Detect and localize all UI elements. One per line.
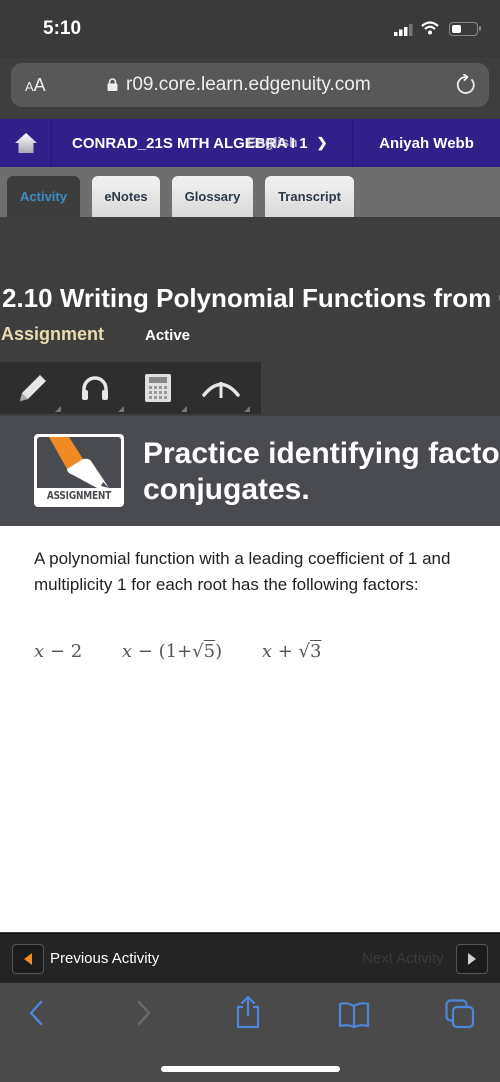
question-panel: A polynomial function with a leading coe… — [0, 526, 500, 932]
triangle-left-icon — [24, 953, 32, 965]
chevron-down-icon: ❯ — [316, 135, 328, 150]
status-bar: 5:10 — [0, 0, 500, 58]
factor-1: x − 2 — [34, 641, 83, 662]
screen: 5:10 AA r09.core.learn.edgenuity.com CON… — [0, 0, 500, 1082]
dropdown-corner — [244, 406, 250, 412]
factor-list: x − 2 x − (1+√5) x + √3 — [34, 641, 355, 662]
reference-tool-button[interactable] — [189, 362, 252, 414]
pencil-icon — [19, 375, 46, 401]
back-icon[interactable] — [26, 999, 46, 1027]
bookmarks-icon[interactable] — [338, 1001, 370, 1029]
home-button[interactable] — [0, 119, 52, 167]
next-activity-label: Next Activity — [362, 950, 444, 967]
clock: 5:10 — [43, 18, 82, 39]
activity-status: Active — [145, 327, 191, 344]
factor-3: x + √3 — [261, 641, 322, 662]
user-name[interactable]: Aniyah Webb — [353, 119, 500, 167]
pencil-tool-button[interactable] — [0, 362, 63, 414]
tool-bar — [0, 362, 261, 414]
battery-icon — [449, 22, 481, 36]
course-header: CONRAD_21S MTH ALGEBRA I 1 ❯ English Ani… — [0, 119, 500, 167]
dropdown-corner — [181, 406, 187, 412]
previous-activity-button[interactable] — [12, 944, 44, 974]
headphones-icon — [81, 376, 108, 400]
triangle-right-icon — [468, 953, 476, 965]
assignment-badge: ASSIGNMENT — [34, 434, 124, 507]
signal-icon — [394, 24, 413, 36]
question-text: A polynomial function with a leading coe… — [34, 549, 451, 594]
tab-activity[interactable]: Activity — [7, 176, 80, 217]
factor-2: x − (1+√5) — [121, 641, 223, 662]
tabs-icon[interactable] — [445, 999, 475, 1029]
lesson-title: 2.10 Writing Polynomial Functions from C… — [2, 283, 500, 313]
forward-icon[interactable] — [134, 999, 154, 1027]
activity-nav: Previous Activity Next Activity — [0, 933, 500, 983]
activity-title-line2: conjugates. — [143, 473, 310, 506]
home-indicator[interactable] — [161, 1066, 340, 1072]
wifi-icon — [421, 21, 439, 35]
calculator-icon — [144, 374, 171, 402]
reload-icon[interactable] — [455, 74, 477, 96]
assignment-banner: ASSIGNMENT Practice identifying factors … — [0, 416, 500, 526]
tab-glossary[interactable]: Glossary — [172, 176, 253, 217]
home-icon — [14, 133, 37, 153]
activity-title: Practice identifying factors and conjuga… — [143, 436, 500, 508]
tab-transcript[interactable]: Transcript — [265, 176, 354, 217]
assignment-pencil-icon — [49, 437, 109, 488]
dropdown-corner — [55, 406, 61, 412]
reference-icon — [201, 382, 240, 398]
calculator-tool-button[interactable] — [126, 362, 189, 414]
badge-label: ASSIGNMENT — [46, 490, 112, 502]
activity-type: Assignment — [1, 324, 105, 344]
next-activity-button[interactable] — [456, 944, 488, 974]
lock-icon — [107, 78, 118, 91]
audio-tool-button[interactable] — [63, 362, 126, 414]
course-selector[interactable]: CONRAD_21S MTH ALGEBRA I 1 ❯ English — [52, 119, 353, 167]
activity-title-line1: Practice identifying factors and — [143, 437, 500, 470]
previous-activity-label[interactable]: Previous Activity — [50, 950, 159, 967]
tab-enotes[interactable]: eNotes — [92, 176, 160, 217]
url-text[interactable]: r09.core.learn.edgenuity.com — [126, 74, 371, 96]
address-bar[interactable]: AA r09.core.learn.edgenuity.com — [11, 63, 489, 107]
language-overlay: English — [247, 134, 298, 150]
dropdown-corner — [118, 406, 124, 412]
tab-bar: Activity eNotes Glossary Transcript — [0, 167, 500, 217]
text-size-button[interactable]: AA — [25, 75, 46, 96]
share-icon[interactable] — [234, 995, 262, 1029]
